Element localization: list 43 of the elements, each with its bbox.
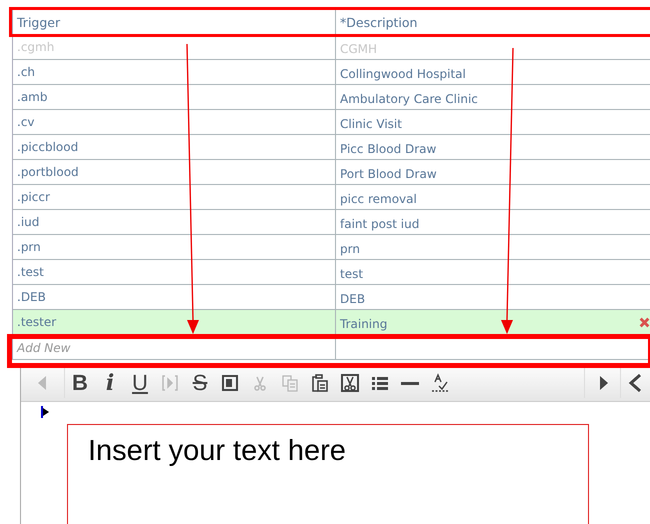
table-cell-text: Collingwood Hospital xyxy=(340,66,466,80)
strike-button[interactable]: S xyxy=(185,368,215,398)
table-cell-text: Clinic Visit xyxy=(340,116,402,130)
table-cell: .DEB xyxy=(17,290,46,304)
table-cell: .cv xyxy=(17,115,35,129)
table-cell: .tester xyxy=(17,315,56,329)
table-cell: .test xyxy=(17,265,44,279)
table-row[interactable]: .tester Training xyxy=(13,310,650,335)
table-cell-text: Ambulatory Care Clinic xyxy=(340,90,478,106)
delete-icon[interactable] xyxy=(639,316,650,328)
table-row[interactable]: .ch Collingwood Hospital xyxy=(13,60,650,85)
table-cell-text: Port Blood Draw xyxy=(340,166,437,180)
table-cell-text: test xyxy=(340,266,364,280)
table-cell-text: Training xyxy=(340,316,388,330)
input-field[interactable]: Add New xyxy=(13,337,336,359)
table-cell-text: Picc Blood Draw xyxy=(340,140,436,156)
table-cell-text: faint post iud xyxy=(340,216,420,230)
table-row[interactable]: .prn prn xyxy=(13,235,650,260)
table-cell: .ch xyxy=(17,65,36,79)
table-cell-text: prn xyxy=(340,240,360,256)
text-callout: Insert your text here xyxy=(67,424,589,524)
column-header: *Description xyxy=(339,14,418,32)
table-row[interactable]: .cv Clinic Visit xyxy=(13,110,650,135)
cursor-icon xyxy=(41,406,49,418)
table-row[interactable]: .amb Ambulatory Care Clinic xyxy=(13,85,650,110)
table-cell: .piccr xyxy=(17,190,50,204)
table-cell-text: picc removal xyxy=(340,190,417,206)
table-cell: .piccblood xyxy=(17,140,78,154)
table-row[interactable]: .portblood Port Blood Draw xyxy=(13,160,650,185)
bold-button[interactable]: B xyxy=(65,368,95,398)
table-row[interactable]: .test test xyxy=(13,260,650,285)
table-cell-text: DEB xyxy=(340,290,366,306)
underline-button[interactable]: U xyxy=(125,368,155,398)
italic-button[interactable]: i xyxy=(95,368,125,398)
table-row[interactable]: .piccblood Picc Blood Draw xyxy=(13,135,650,160)
column-header: Trigger xyxy=(13,10,336,34)
table-cell: .iud xyxy=(17,215,40,229)
placeholder-text: Add New xyxy=(17,341,70,355)
table-cell: .portblood xyxy=(17,165,79,179)
table-row[interactable]: .iud faint post iud xyxy=(13,210,650,235)
table-cell: .prn xyxy=(17,240,41,254)
table-cell: .amb xyxy=(17,90,48,104)
table-row[interactable]: .piccr picc removal xyxy=(13,185,650,210)
